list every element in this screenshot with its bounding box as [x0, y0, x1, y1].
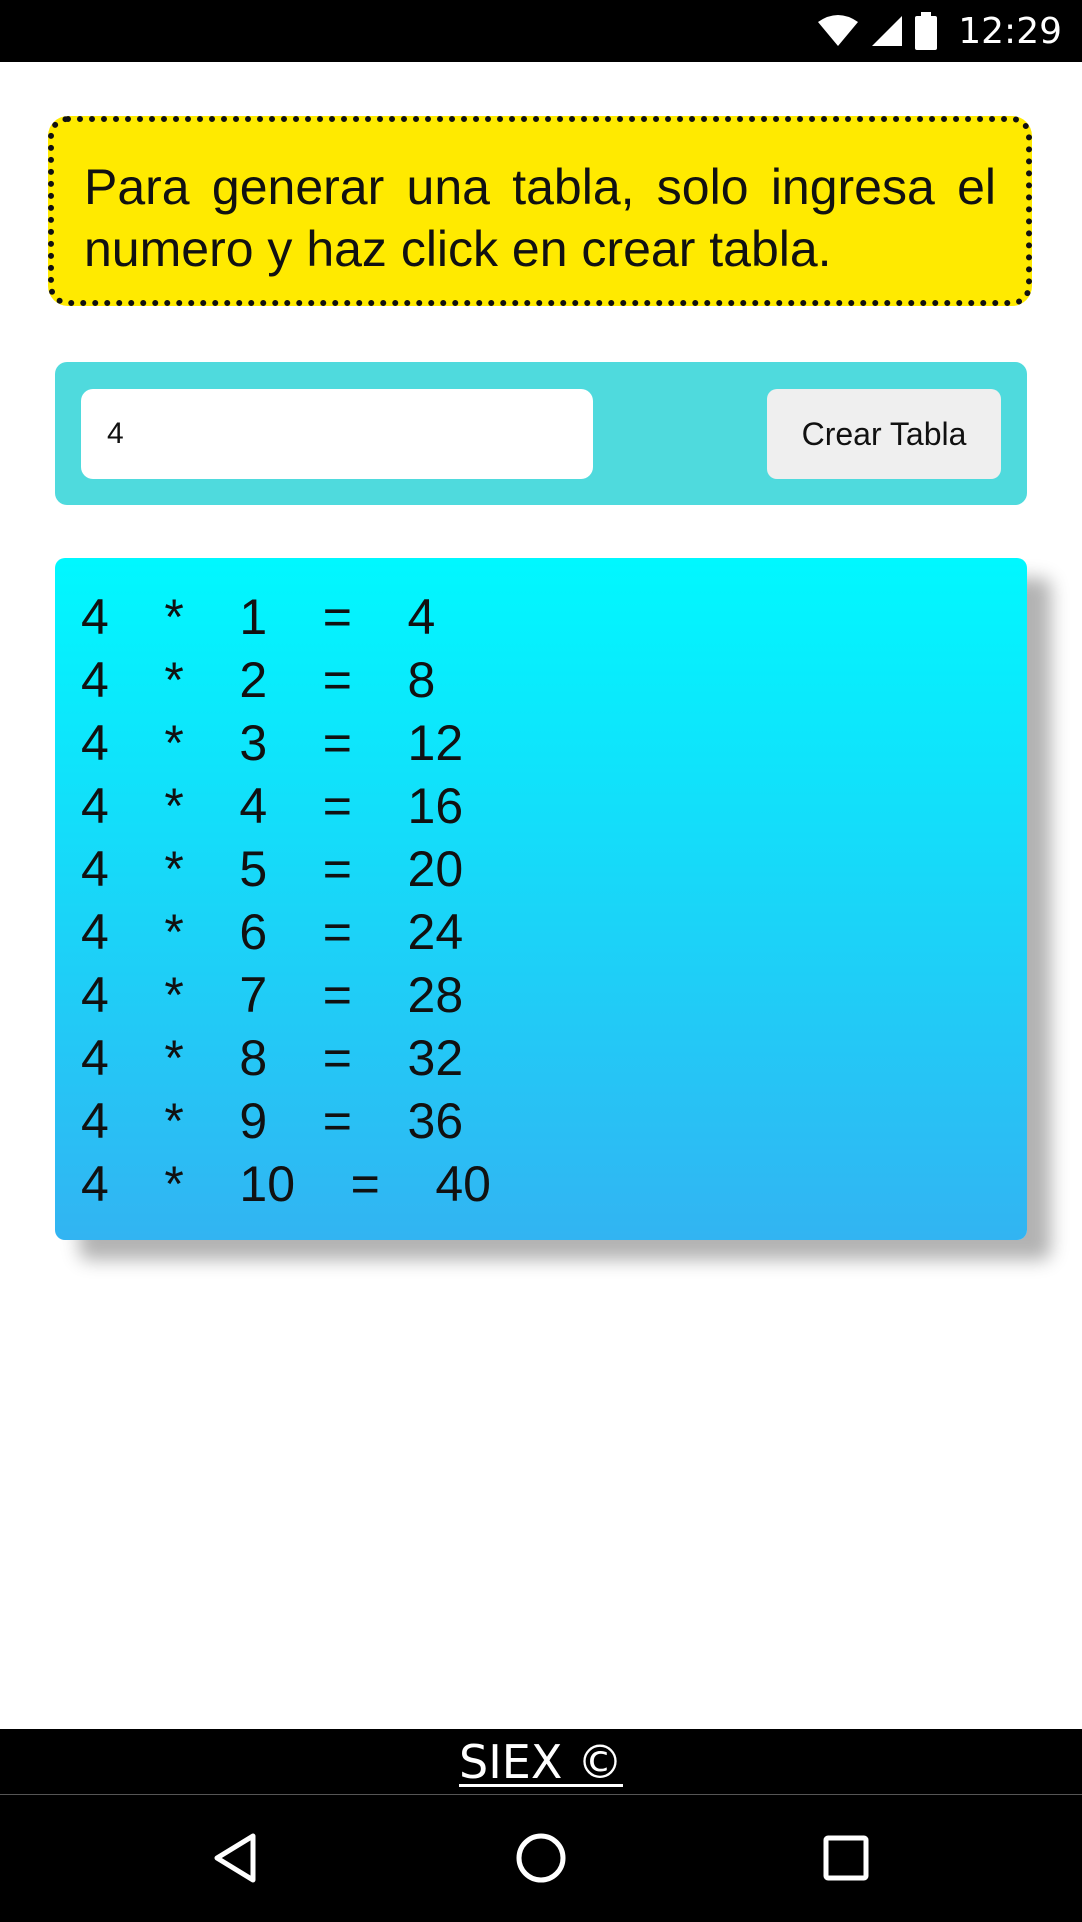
footer: SIEX ©	[0, 1729, 1082, 1795]
create-table-button[interactable]: Crear Tabla	[767, 389, 1001, 479]
status-bar: 12:29	[0, 0, 1082, 62]
home-icon[interactable]	[506, 1823, 576, 1893]
table-row: 4 * 10 = 40	[81, 1156, 491, 1212]
info-message: Para generar una tabla, solo ingresa el …	[48, 116, 1032, 306]
table-row: 4 * 8 = 32	[81, 1030, 464, 1086]
table-row: 4 * 9 = 36	[81, 1093, 464, 1149]
table-row: 4 * 6 = 24	[81, 904, 464, 960]
navigation-bar	[0, 1795, 1082, 1922]
multiplication-table: 4 * 1 = 4 4 * 2 = 8 4 * 3 = 12 4 * 4 = 1…	[55, 558, 1027, 1240]
table-row: 4 * 5 = 20	[81, 841, 464, 897]
table-row: 4 * 3 = 12	[81, 715, 464, 771]
number-input[interactable]	[81, 389, 593, 479]
table-row: 4 * 7 = 28	[81, 967, 464, 1023]
table-row: 4 * 1 = 4	[81, 589, 436, 645]
status-icons: 12:29	[816, 0, 1062, 62]
footer-link[interactable]: SIEX ©	[459, 1735, 623, 1789]
cellular-signal-icon	[870, 14, 904, 48]
recents-icon[interactable]	[811, 1823, 881, 1893]
wifi-icon	[816, 14, 860, 48]
status-time: 12:29	[958, 10, 1062, 52]
info-text: Para generar una tabla, solo ingresa el …	[84, 159, 996, 277]
table-row: 4 * 2 = 8	[81, 652, 436, 708]
back-icon[interactable]	[200, 1823, 270, 1893]
table-row: 4 * 4 = 16	[81, 778, 464, 834]
form-panel: Crear Tabla	[55, 362, 1027, 505]
battery-icon	[914, 12, 938, 50]
